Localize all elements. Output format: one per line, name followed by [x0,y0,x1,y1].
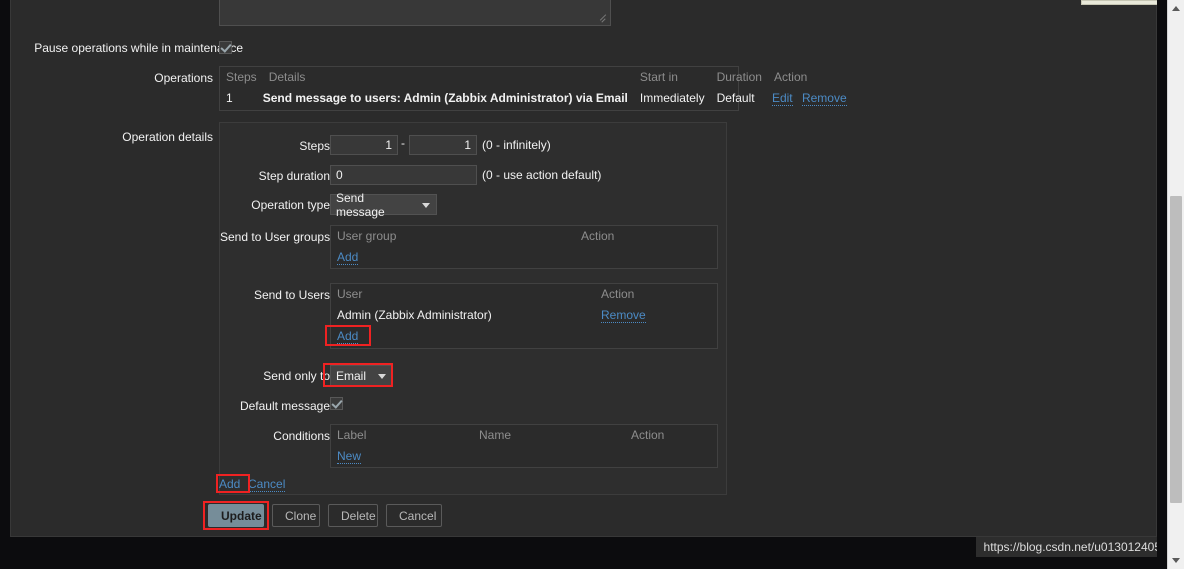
col-user-group: User group [337,229,397,243]
pause-operations-checkbox[interactable] [219,41,232,54]
send-only-to-label-wrap: Send only to [220,368,330,384]
users-add-row: Add [331,326,717,347]
users-table: User Action Admin (Zabbix Administrator)… [331,284,717,347]
page-gutter [1157,0,1167,569]
col-user-group-action: Action [581,229,615,243]
operation-add-link[interactable]: Add [219,477,241,492]
conditions-label-wrap: Conditions [220,428,330,444]
col-duration: Duration [716,70,762,84]
operation-type-select[interactable]: Send message [330,191,437,219]
send-only-to-select[interactable]: Email [330,365,393,386]
default-message-label: Default message [239,399,330,413]
steps-label-wrap: Steps [220,138,330,154]
step-duration-label: Step duration [258,169,330,183]
col-condition-label: Label [337,428,367,442]
chevron-down-icon [378,373,386,379]
col-user: User [337,287,363,301]
add-user-link[interactable]: Add [337,329,359,344]
users-table-box: User Action Admin (Zabbix Administrator)… [330,283,718,349]
caret-up-icon [1172,6,1180,11]
steps-from-input[interactable] [330,135,398,155]
send-to-user-groups-label: Send to User groups [220,230,331,244]
cell-steps: 1 [226,91,233,105]
col-user-action: Action [601,287,635,301]
operation-cancel-link[interactable]: Cancel [248,477,286,492]
status-bar-url: https://blog.csdn.net/u013012405 [975,537,1167,557]
pause-operations-label: Pause operations while in maintenance [34,41,243,55]
update-button[interactable]: Update [208,504,264,527]
default-message-checkbox[interactable] [330,397,343,410]
operations-label-wrap: Operations [11,70,213,86]
send-to-users-label: Send to Users [253,288,330,302]
steps-label: Steps [299,139,330,153]
clone-button[interactable]: Clone [272,504,320,527]
user-groups-header-row: User group Action [331,226,717,247]
operations-table-header-row: Steps Details Start in Duration Action [220,67,853,88]
conditions-header-row: Label Name Action [331,425,717,446]
pause-operations-label-wrap: Pause operations while in maintenance [11,40,243,56]
conditions-label: Conditions [273,429,330,443]
col-details: Details [268,70,306,84]
operation-type-value: Send message [336,190,385,219]
user-groups-add-row: Add [331,247,717,268]
scroll-up-button[interactable] [1168,0,1184,17]
cell-user: Admin (Zabbix Administrator) [337,308,492,322]
operation-type-label: Operation type [251,198,330,212]
notification-strip [1081,0,1163,5]
step-duration-input[interactable] [330,165,477,185]
conditions-table: Label Name Action New [331,425,717,467]
send-only-to-value: Email [336,368,367,383]
col-condition-action: Action [631,428,665,442]
user-groups-table: User group Action Add [331,226,717,268]
new-condition-link[interactable]: New [337,449,362,464]
operations-label: Operations [154,71,213,85]
conditions-new-row: New [331,446,717,467]
operations-table-box: Steps Details Start in Duration Action 1… [219,66,847,111]
table-row: 1 Send message to users: Admin (Zabbix A… [220,88,853,109]
cell-details: Send message to users: Admin (Zabbix Adm… [262,91,628,105]
steps-range-separator: - [401,136,405,150]
add-user-group-link[interactable]: Add [337,250,359,265]
conditions-table-box: Label Name Action New [330,424,718,468]
step-duration-label-wrap: Step duration [220,168,330,184]
operation-details-panel: Steps - (0 - infinitely) Step duration (… [219,122,727,495]
cell-start-in: Immediately [639,91,705,105]
operations-table: Steps Details Start in Duration Action 1… [220,67,853,109]
col-action: Action [773,70,808,84]
operation-edit-link[interactable]: Edit [771,91,793,106]
cell-duration: Default [716,91,755,105]
action-edit-form-panel: Pause operations while in maintenance Op… [10,0,1163,537]
col-start-in: Start in [639,70,678,84]
cell-action: Edit Remove [768,88,853,109]
remove-user-link[interactable]: Remove [601,308,646,323]
operation-details-label: Operation details [122,130,213,144]
col-condition-name: Name [479,428,512,442]
default-message-label-wrap: Default message [220,398,330,414]
steps-to-input[interactable] [409,135,477,155]
default-message-textarea[interactable] [219,0,611,26]
operation-remove-link[interactable]: Remove [801,91,847,106]
col-steps: Steps [226,70,257,84]
send-only-to-label: Send only to [263,369,330,383]
table-row: Admin (Zabbix Administrator) Remove [331,305,717,326]
step-duration-hint: (0 - use action default) [482,168,602,182]
chevron-down-icon [422,202,430,208]
send-to-user-groups-label-wrap: Send to User groups [220,229,330,245]
operation-details-label-wrap: Operation details [11,129,213,145]
steps-hint: (0 - infinitely) [482,138,551,152]
caret-down-icon [1172,558,1180,563]
users-header-row: User Action [331,284,717,305]
scroll-down-button[interactable] [1168,552,1184,569]
cancel-button[interactable]: Cancel [386,504,442,527]
browser-viewport: Pause operations while in maintenance Op… [0,0,1184,569]
scrollbar-thumb[interactable] [1170,196,1182,503]
vertical-scrollbar[interactable] [1167,0,1184,569]
user-groups-table-box: User group Action Add [330,225,718,269]
operation-type-label-wrap: Operation type [220,197,330,213]
delete-button[interactable]: Delete [328,504,378,527]
send-to-users-label-wrap: Send to Users [220,287,330,303]
